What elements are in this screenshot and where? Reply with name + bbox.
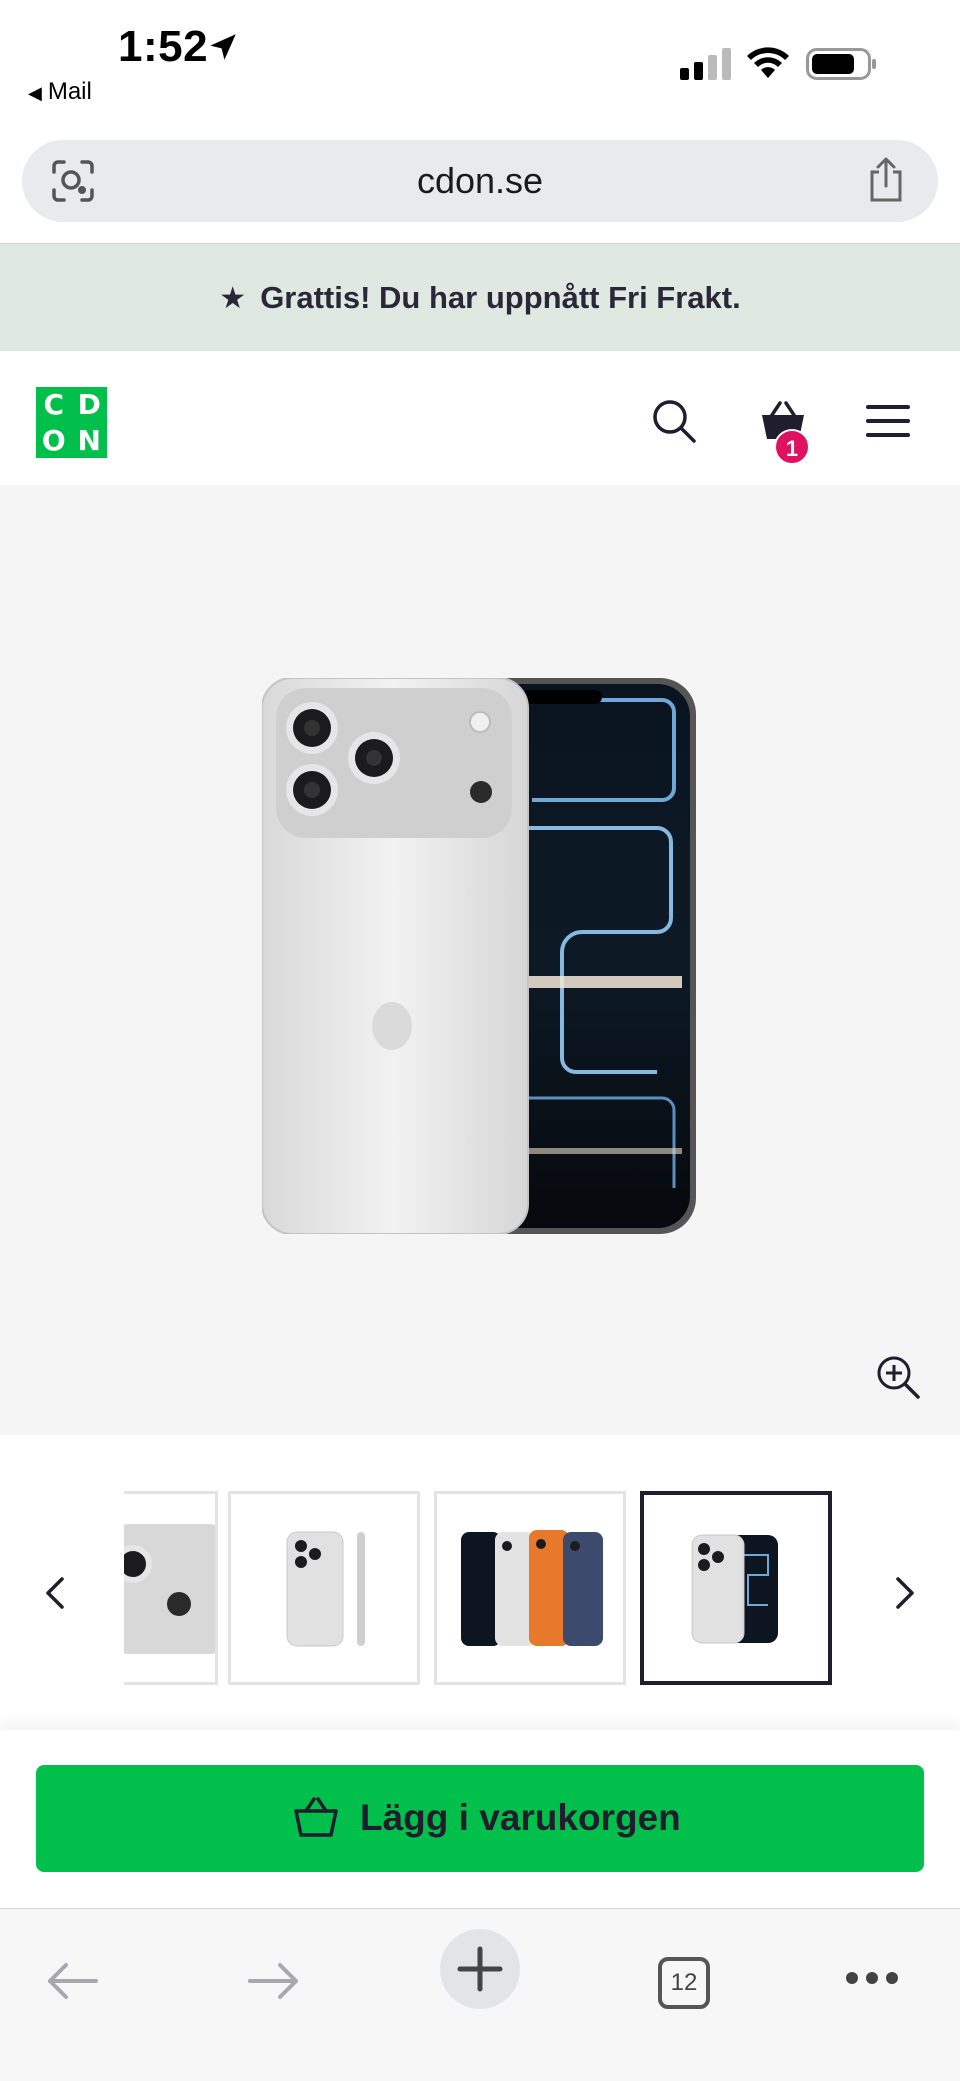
cdon-logo[interactable]: C D O N bbox=[36, 387, 107, 458]
thumbnail-image bbox=[461, 1530, 603, 1646]
logo-letter: N bbox=[77, 423, 101, 457]
thumbnail-image bbox=[286, 1531, 365, 1647]
search-icon[interactable] bbox=[650, 397, 698, 445]
thumbnail-strip bbox=[124, 1489, 836, 1687]
product-image[interactable] bbox=[262, 678, 698, 1234]
back-triangle-icon: ◀ bbox=[28, 83, 42, 103]
plus-icon bbox=[457, 1946, 503, 1992]
tab-switcher-button[interactable]: 12 bbox=[658, 1957, 710, 2009]
url-text[interactable]: cdon.se bbox=[22, 160, 938, 202]
cellular-signal-icon bbox=[680, 48, 731, 80]
hamburger-menu-icon[interactable] bbox=[866, 403, 910, 439]
more-options-icon[interactable] bbox=[846, 1971, 898, 1985]
address-bar[interactable]: cdon.se bbox=[22, 140, 938, 222]
browser-toolbar: 12 bbox=[0, 1908, 960, 2081]
thumbnail-phones-four-colors[interactable] bbox=[434, 1491, 626, 1685]
product-image-area[interactable] bbox=[0, 485, 960, 1435]
add-to-cart-label: Lägg i varukorgen bbox=[360, 1797, 681, 1838]
chevron-right-icon[interactable] bbox=[890, 1573, 920, 1613]
logo-letter: C bbox=[43, 388, 65, 422]
thumbnail-phone-back-and-front-selected[interactable] bbox=[640, 1491, 832, 1685]
back-to-app-link[interactable]: ◀ Mail bbox=[28, 78, 92, 106]
battery-icon bbox=[806, 48, 876, 80]
status-time: 1:52 bbox=[118, 22, 209, 71]
back-app-label: Mail bbox=[47, 78, 92, 105]
wifi-icon bbox=[747, 47, 789, 78]
status-bar: 1:52 ◀ Mail bbox=[0, 0, 960, 130]
thumbnail-image bbox=[691, 1534, 778, 1644]
logo-letter: O bbox=[41, 423, 66, 457]
thumbnail-phone-back-closeup[interactable] bbox=[124, 1491, 229, 1685]
add-to-cart-button[interactable]: Lägg i varukorgen bbox=[36, 1765, 924, 1872]
back-arrow-icon[interactable] bbox=[44, 1959, 100, 2003]
thumbnail-phone-back-and-side[interactable] bbox=[228, 1491, 420, 1685]
image-thumbnail-carousel bbox=[0, 1435, 960, 1730]
free-shipping-banner: ★ Grattis! Du har uppnått Fri Frakt. bbox=[0, 243, 960, 351]
star-icon: ★ bbox=[219, 282, 247, 315]
zoom-in-icon[interactable] bbox=[874, 1353, 922, 1401]
add-to-cart-bar: Lägg i varukorgen bbox=[0, 1730, 960, 1908]
promo-text: Grattis! Du har uppnått Fri Frakt. bbox=[260, 280, 741, 315]
location-arrow-icon bbox=[210, 34, 236, 60]
new-tab-button[interactable] bbox=[440, 1929, 520, 2009]
chevron-left-icon[interactable] bbox=[40, 1573, 70, 1613]
thumbnail-image bbox=[124, 1524, 229, 1654]
forward-arrow-icon[interactable] bbox=[246, 1959, 302, 2003]
basket-icon bbox=[294, 1797, 338, 1837]
site-header: C D O N 1 bbox=[0, 351, 960, 485]
logo-letter: D bbox=[77, 388, 101, 422]
cart-count-badge: 1 bbox=[774, 429, 810, 465]
share-icon[interactable] bbox=[866, 156, 906, 204]
